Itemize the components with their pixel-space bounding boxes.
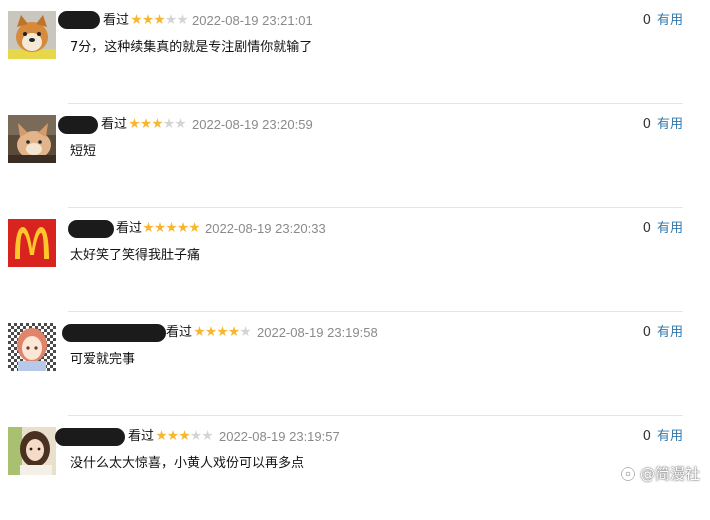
username-redacted[interactable] bbox=[62, 324, 166, 342]
username-redacted[interactable] bbox=[58, 11, 100, 29]
shiba-dog-avatar[interactable] bbox=[8, 11, 56, 59]
star-icon bbox=[177, 222, 189, 233]
useful-vote: 0 有用 bbox=[643, 220, 683, 238]
star-icon bbox=[156, 430, 167, 441]
star-icon bbox=[154, 222, 166, 233]
useful-button[interactable]: 有用 bbox=[657, 325, 683, 340]
useful-button[interactable]: 有用 bbox=[657, 429, 683, 444]
useful-count: 0 bbox=[642, 117, 651, 132]
rating-stars bbox=[194, 326, 252, 340]
star-icon bbox=[190, 430, 202, 441]
star-icon bbox=[163, 118, 175, 129]
mcdonalds-logo-avatar[interactable] bbox=[8, 219, 56, 267]
useful-vote: 0 有用 bbox=[643, 116, 683, 134]
watched-label: 看过 bbox=[103, 13, 130, 28]
watermark-text: @简漫社 bbox=[639, 465, 700, 483]
star-icon bbox=[167, 430, 179, 441]
star-icon bbox=[189, 222, 200, 233]
cat-avatar[interactable] bbox=[8, 115, 56, 163]
username-redacted[interactable] bbox=[68, 220, 114, 238]
star-icon bbox=[228, 326, 240, 337]
username-redacted[interactable] bbox=[58, 116, 98, 134]
review-time: 2022-08-19 23:19:57 bbox=[219, 429, 340, 444]
review-item: 看过 2022-08-19 23:20:33 0 有用 太好笑了笑得我肚子痛 bbox=[0, 208, 710, 312]
review-content: 7分，这种续集真的就是专注剧情你就输了 bbox=[70, 40, 313, 55]
review-item: 看过 2022-08-19 23:20:59 0 有用 短短 bbox=[0, 104, 710, 208]
username-redacted[interactable] bbox=[55, 428, 125, 446]
review-content: 可爱就完事 bbox=[70, 352, 136, 367]
rating-stars bbox=[156, 430, 214, 444]
anime-girl-avatar[interactable] bbox=[8, 323, 56, 371]
useful-count: 0 bbox=[642, 429, 651, 444]
watched-label: 看过 bbox=[116, 221, 143, 236]
useful-count: 0 bbox=[642, 221, 651, 236]
useful-button[interactable]: 有用 bbox=[657, 221, 683, 236]
star-icon bbox=[143, 222, 154, 233]
review-item: 看过 2022-08-19 23:19:58 0 有用 可爱就完事 bbox=[0, 312, 710, 416]
watched-label: 看过 bbox=[101, 117, 128, 132]
useful-count: 0 bbox=[642, 13, 651, 28]
star-icon bbox=[217, 326, 228, 337]
star-icon bbox=[154, 14, 165, 25]
review-time: 2022-08-19 23:20:59 bbox=[192, 117, 313, 132]
review-time: 2022-08-19 23:21:01 bbox=[192, 13, 313, 28]
star-icon bbox=[175, 118, 186, 129]
star-icon bbox=[177, 14, 188, 25]
review-time: 2022-08-19 23:19:58 bbox=[257, 325, 378, 340]
star-icon bbox=[165, 14, 177, 25]
star-icon bbox=[131, 14, 142, 25]
review-content: 太好笑了笑得我肚子痛 bbox=[70, 248, 201, 263]
watermark-logo-icon bbox=[620, 466, 636, 481]
review-time: 2022-08-19 23:20:33 bbox=[205, 221, 326, 236]
star-icon bbox=[194, 326, 205, 337]
star-icon bbox=[205, 326, 217, 337]
useful-count: 0 bbox=[642, 325, 651, 340]
watermark: @简漫社 bbox=[620, 463, 700, 484]
watched-label: 看过 bbox=[166, 325, 193, 340]
star-icon bbox=[240, 326, 251, 337]
star-icon bbox=[129, 118, 140, 129]
useful-vote: 0 有用 bbox=[643, 324, 683, 342]
star-icon bbox=[142, 14, 154, 25]
rating-stars bbox=[143, 222, 201, 236]
star-icon bbox=[179, 430, 190, 441]
rating-stars bbox=[129, 118, 187, 132]
useful-vote: 0 有用 bbox=[643, 428, 683, 446]
star-icon bbox=[202, 430, 213, 441]
useful-button[interactable]: 有用 bbox=[657, 117, 683, 132]
review-content: 没什么太大惊喜，小黄人戏份可以再多点 bbox=[70, 456, 305, 471]
rating-stars bbox=[131, 14, 189, 28]
star-icon bbox=[152, 118, 163, 129]
star-icon bbox=[140, 118, 152, 129]
watched-label: 看过 bbox=[128, 429, 155, 444]
girl-photo-avatar[interactable] bbox=[8, 427, 56, 475]
review-content: 短短 bbox=[70, 144, 97, 159]
useful-vote: 0 有用 bbox=[643, 12, 683, 30]
review-item: 看过 2022-08-19 23:21:01 0 有用 7分，这种续集真的就是专注… bbox=[0, 0, 710, 104]
star-icon bbox=[166, 222, 177, 233]
useful-button[interactable]: 有用 bbox=[657, 13, 683, 28]
review-item: 看过 2022-08-19 23:19:57 0 有用 没什么太大惊喜，小黄人戏份… bbox=[0, 416, 710, 520]
